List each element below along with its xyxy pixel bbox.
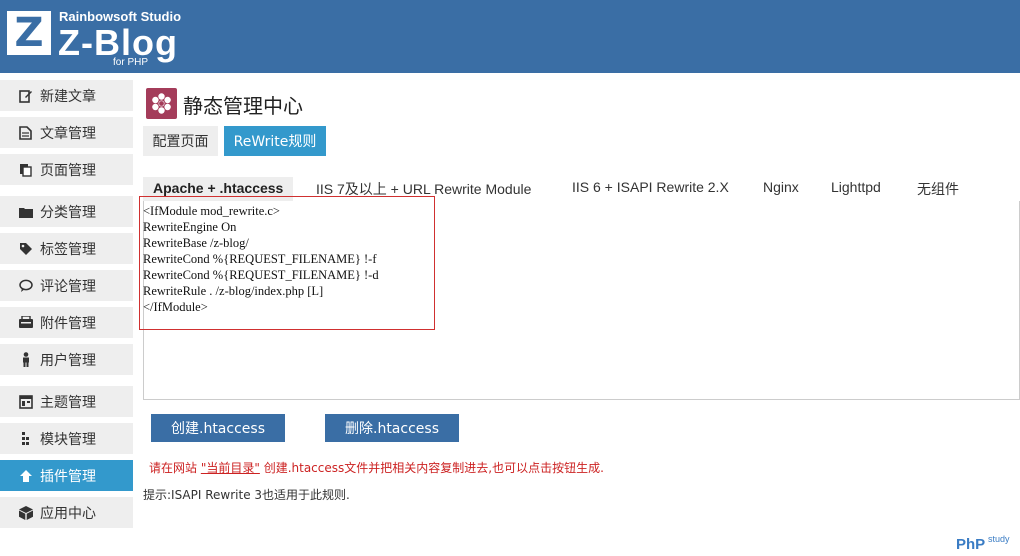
current-directory-link[interactable]: "当前目录" [201,461,260,475]
user-icon [18,352,33,367]
flower-icon [146,88,177,119]
tab-apache-htaccess[interactable]: Apache + .htaccess [143,177,294,202]
watermark-sub: study [988,534,1010,544]
tag-icon [18,241,33,256]
sidebar-item-label: 评论管理 [40,278,96,295]
app-center-icon [18,505,33,520]
logo-icon[interactable]: Z [7,11,51,55]
subtab-rewrite-rules[interactable]: ReWrite规则 [224,126,326,156]
sidebar-item-label: 页面管理 [40,162,96,179]
sidebar-item-label: 文章管理 [40,125,96,142]
sidebar-item-label: 模块管理 [40,431,96,448]
tab-lighttpd[interactable]: Lighttpd [831,179,881,203]
sidebar-item-label: 插件管理 [40,468,96,485]
pages-icon [18,162,33,177]
sidebar-item-categories[interactable]: 分类管理 [0,196,133,227]
sidebar-item-comments[interactable]: 评论管理 [0,270,133,301]
sidebar-item-label: 标签管理 [40,241,96,258]
theme-icon [18,394,33,409]
sidebar-item-app-center[interactable]: 应用中心 [0,497,133,528]
sidebar-item-attachments[interactable]: 附件管理 [0,307,133,338]
attachment-icon [18,315,33,330]
sidebar-item-users[interactable]: 用户管理 [0,344,133,375]
tab-nginx[interactable]: Nginx [763,179,799,203]
tab-no-component[interactable]: 无组件 [917,179,959,203]
delete-htaccess-button[interactable]: 删除.htaccess [325,414,459,442]
sidebar-item-themes[interactable]: 主题管理 [0,386,133,417]
document-icon [18,125,33,140]
rewrite-rules-code: <IfModule mod_rewrite.c> RewriteEngine O… [143,204,379,314]
module-icon [18,431,33,446]
sidebar-item-label: 分类管理 [40,204,96,221]
sidebar-item-modules[interactable]: 模块管理 [0,423,133,454]
watermark-logo: PhP [956,536,986,553]
tab-iis7-url-rewrite[interactable]: IIS 7及以上 + URL Rewrite Module [316,179,531,203]
sidebar-item-label: 应用中心 [40,505,96,522]
edit-icon [18,88,33,103]
comment-icon [18,278,33,293]
create-htaccess-button[interactable]: 创建.htaccess [151,414,285,442]
sidebar-item-new-article[interactable]: 新建文章 [0,80,133,111]
sidebar-item-label: 新建文章 [40,88,96,105]
page-title: 静态管理中心 [183,94,303,118]
sidebar-item-label: 主题管理 [40,394,96,411]
subtab-config-page[interactable]: 配置页面 [143,126,218,156]
sidebar-item-label: 用户管理 [40,352,96,369]
header-bar: Z Rainbowsoft Studio Z-Blog for PHP [0,0,1020,73]
folder-icon [18,204,33,219]
instruction-note: 请在网站 "当前目录" 创建.htaccess文件并把相关内容复制进去,也可以点… [149,461,604,475]
brand-subtitle: for PHP [113,57,149,68]
tip-text: 提示:ISAPI Rewrite 3也适用于此规则. [143,488,350,502]
sidebar-item-tags[interactable]: 标签管理 [0,233,133,264]
tab-iis6-isapi-rewrite[interactable]: IIS 6 + ISAPI Rewrite 2.X [572,179,729,203]
sidebar-item-label: 附件管理 [40,315,96,332]
plugin-icon [18,468,33,483]
sidebar-item-pages[interactable]: 页面管理 [0,154,133,185]
sidebar-item-plugins[interactable]: 插件管理 [0,460,133,491]
sidebar-item-articles[interactable]: 文章管理 [0,117,133,148]
